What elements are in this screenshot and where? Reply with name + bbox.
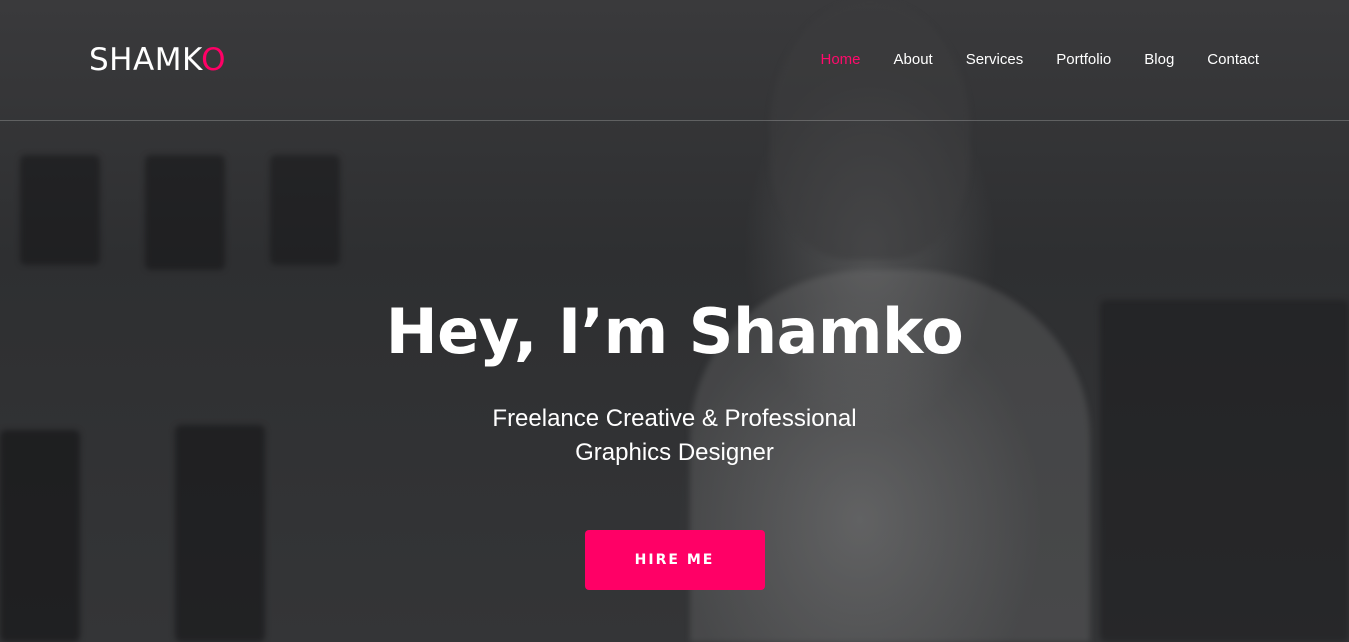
logo-accent-letter: O (201, 42, 226, 78)
hero-content: Hey, I’m Shamko Freelance Creative & Pro… (0, 290, 1349, 590)
hero-subtitle: Freelance Creative & Professional Graphi… (465, 402, 885, 470)
nav-link-services[interactable]: Services (966, 48, 1024, 72)
background-photo-shape (270, 155, 340, 265)
main-nav: Home About Services Portfolio Blog Conta… (820, 48, 1259, 72)
background-photo-shape (145, 155, 225, 270)
hero-heading: Hey, I’m Shamko (385, 295, 964, 368)
logo-text: SHAMK (89, 42, 202, 78)
site-header: SHAMKO Home About Services Portfolio Blo… (0, 0, 1349, 121)
nav-link-portfolio[interactable]: Portfolio (1056, 48, 1111, 72)
hero-subtitle-line: Graphics Designer (575, 439, 774, 466)
background-photo-shape (20, 155, 100, 265)
nav-link-about[interactable]: About (894, 48, 933, 72)
nav-link-contact[interactable]: Contact (1207, 48, 1259, 72)
hero-section: SHAMKO Home About Services Portfolio Blo… (0, 0, 1349, 642)
hire-me-button[interactable]: HIRE ME (584, 530, 765, 590)
nav-link-home[interactable]: Home (820, 48, 860, 72)
nav-link-blog[interactable]: Blog (1144, 48, 1174, 72)
hero-subtitle-line: Freelance Creative & Professional (492, 405, 857, 432)
site-logo[interactable]: SHAMKO (89, 40, 226, 80)
